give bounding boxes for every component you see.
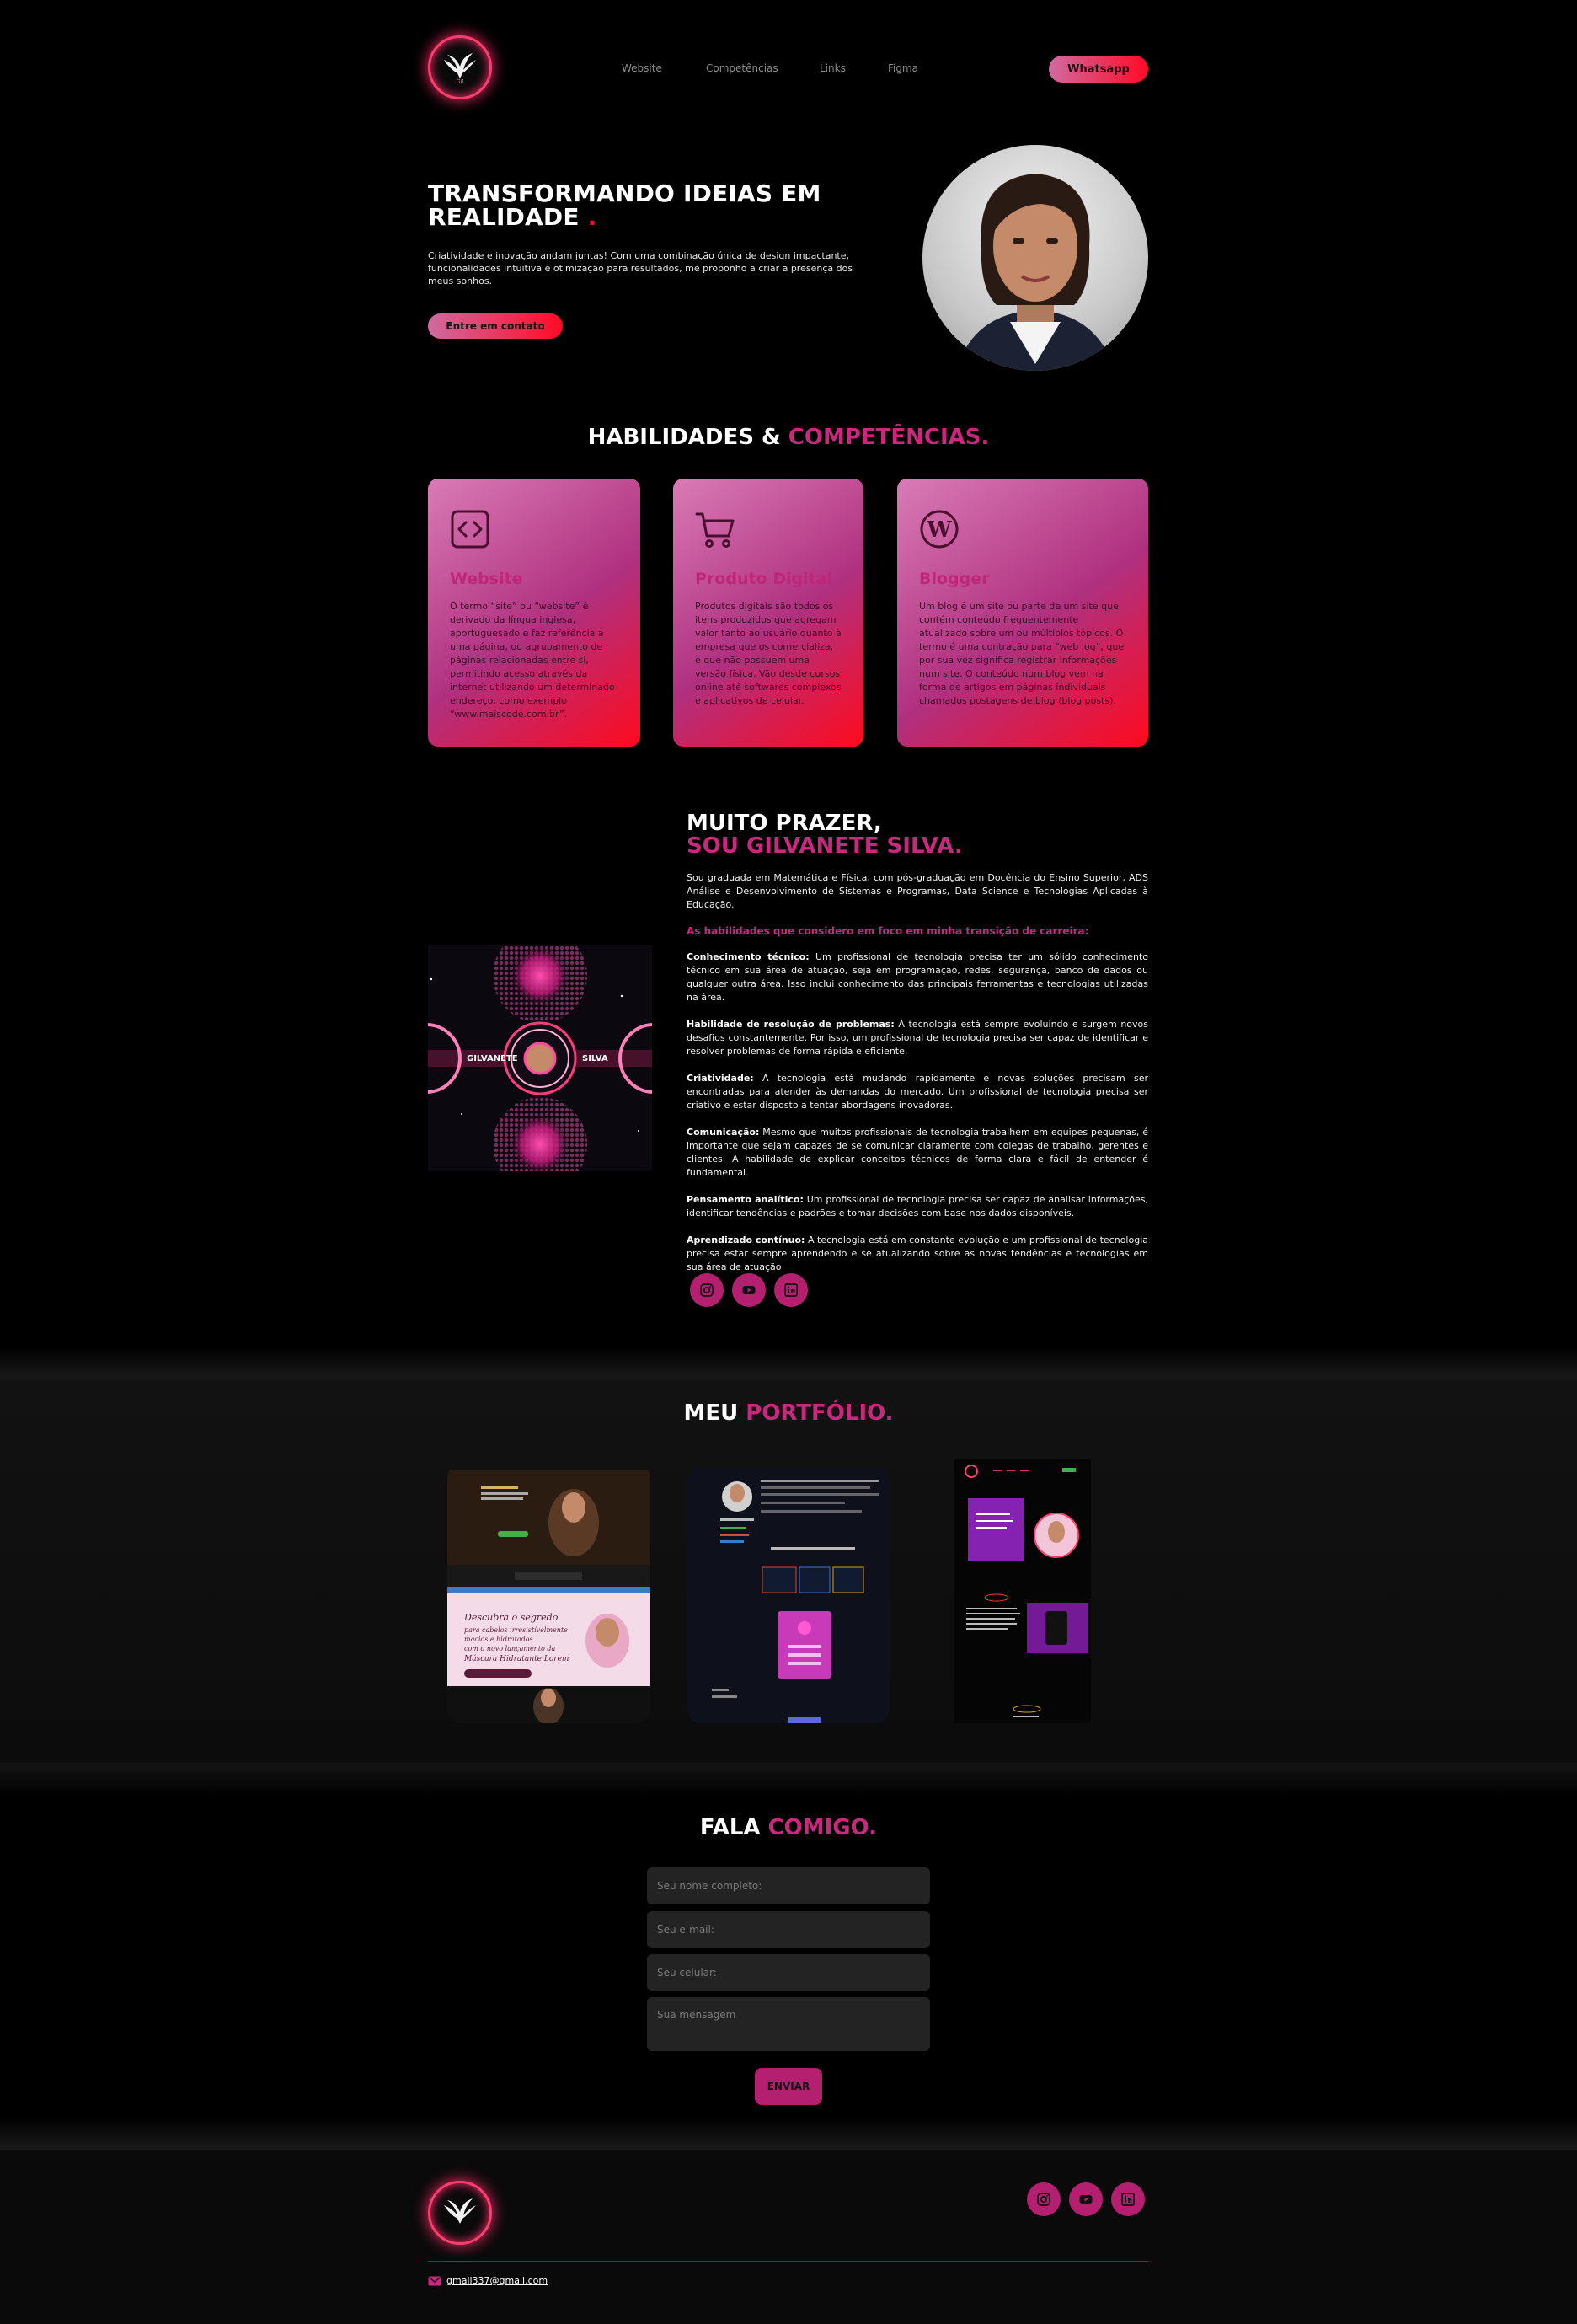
footer-divider xyxy=(428,2261,1148,2262)
eagle-logo-icon: Gil xyxy=(444,53,476,85)
skill-item-comunicacao: Comunicação: Mesmo que muitos profission… xyxy=(687,1126,1148,1180)
mail-icon xyxy=(428,2276,441,2285)
code-icon xyxy=(451,510,489,549)
about-title-white: MUITO PRAZER, xyxy=(687,811,882,836)
hero-title-line2: REALIDADE xyxy=(428,203,580,231)
eagle-logo-icon xyxy=(444,2198,476,2224)
email-input[interactable] xyxy=(647,1911,930,1948)
message-textarea[interactable] xyxy=(647,1997,930,2051)
skill-item-label: Aprendizado contínuo: xyxy=(687,1234,805,1245)
portfolio-title: MEU PORTFÓLIO. xyxy=(0,1400,1577,1426)
nav-links[interactable]: Links xyxy=(820,62,846,74)
instagram-icon xyxy=(700,1283,714,1297)
contact-title-pink: COMIGO. xyxy=(767,1815,878,1840)
svg-text:W: W xyxy=(926,517,952,543)
hero-description: Criatividade e inovação andam juntas! Co… xyxy=(428,250,853,286)
nav-figma[interactable]: Figma xyxy=(888,62,918,74)
cart-icon xyxy=(695,512,735,548)
section-divider xyxy=(0,1347,1577,1380)
skill-item-tecnico: Conhecimento técnico: Um profissional de… xyxy=(687,950,1148,1004)
skill-card-text: O termo “site” ou “website” é derivado d… xyxy=(450,601,615,720)
skill-card-title: Produto Digital xyxy=(695,570,833,588)
about-section: MUITO PRAZER, SOU GILVANETE SILVA. Sou g… xyxy=(687,812,1148,1274)
skill-item-resolucao: Habilidade de resolução de problemas: A … xyxy=(687,1018,1148,1058)
svg-text:Máscara Hidratante Lorem: Máscara Hidratante Lorem xyxy=(463,1654,569,1663)
linkedin-icon xyxy=(1121,2193,1135,2206)
svg-text:Descubra o segredo: Descubra o segredo xyxy=(463,1612,559,1623)
nav-competencias[interactable]: Competências xyxy=(706,62,778,74)
skill-card-text: Produtos digitais são todos os itens pro… xyxy=(695,601,842,706)
send-button[interactable]: ENVIAR xyxy=(755,2068,822,2105)
svg-text:com o novo lançamento da: com o novo lançamento da xyxy=(464,1645,556,1652)
skill-item-criatividade: Criatividade: A tecnologia está mudando … xyxy=(687,1072,1148,1112)
skill-card-produto-digital: Produto Digital Produtos digitais são to… xyxy=(673,479,863,747)
skill-item-label: Habilidade de resolução de problemas: xyxy=(687,1019,895,1030)
skills-title: HABILIDADES & COMPETÊNCIAS. xyxy=(0,425,1577,450)
nav-website[interactable]: Website xyxy=(622,62,662,74)
banner-name-right: SILVA xyxy=(582,1054,608,1063)
hero-title-line1: TRANSFORMANDO IDEIAS EM xyxy=(428,179,821,207)
section-divider xyxy=(0,2117,1577,2150)
instagram-link[interactable] xyxy=(690,1273,724,1307)
section-divider xyxy=(0,1763,1577,1797)
banner-name-left: GILVANETE xyxy=(467,1054,518,1063)
skill-card-website: Website O termo “site” ou “website” é de… xyxy=(428,479,640,747)
hero-title: TRANSFORMANDO IDEIAS EM REALIDADE . xyxy=(428,182,883,229)
footer-logo[interactable] xyxy=(428,2181,492,2245)
contact-title-white: FALA xyxy=(699,1815,761,1840)
skill-item-label: Conhecimento técnico: xyxy=(687,951,810,962)
whatsapp-button[interactable]: Whatsapp xyxy=(1049,56,1148,83)
wordpress-icon: W xyxy=(920,510,959,549)
skills-title-pink: COMPETÊNCIAS. xyxy=(788,425,990,450)
skill-card-text: Um blog é um site ou parte de um site qu… xyxy=(919,601,1125,706)
name-banner: GILVANETE SILVA xyxy=(428,945,652,1171)
contact-button[interactable]: Entre em contato xyxy=(428,313,563,339)
skill-card-title: Website xyxy=(450,570,523,588)
portfolio-title-white: MEU xyxy=(683,1400,739,1426)
portfolio-title-pink: PORTFÓLIO. xyxy=(746,1400,894,1426)
footer-instagram-link[interactable] xyxy=(1027,2182,1061,2216)
portfolio-item-1[interactable]: Descubra o segredo para cabelos irresist… xyxy=(447,1464,650,1723)
contact-title: FALA COMIGO. xyxy=(0,1815,1577,1840)
footer-linkedin-link[interactable] xyxy=(1111,2182,1145,2216)
linkedin-link[interactable] xyxy=(774,1273,808,1307)
footer-email[interactable]: gmail337@gmail.com xyxy=(428,2275,548,2286)
linkedin-icon xyxy=(784,1283,798,1297)
skill-item-analitico: Pensamento analítico: Um profissional de… xyxy=(687,1193,1148,1220)
about-intro: Sou graduada em Matemática e Física, com… xyxy=(687,872,1148,910)
footer-email-text: gmail337@gmail.com xyxy=(446,2275,548,2286)
profile-photo xyxy=(922,145,1148,371)
svg-text:macios e hidratados: macios e hidratados xyxy=(464,1636,533,1643)
skill-item-label: Criatividade: xyxy=(687,1073,754,1084)
instagram-icon xyxy=(1037,2193,1050,2206)
about-title-pink: SOU GILVANETE SILVA. xyxy=(687,833,963,859)
skill-card-blogger: W Blogger Um blog é um site ou parte de … xyxy=(897,479,1148,747)
youtube-icon xyxy=(1079,2195,1093,2204)
footer xyxy=(0,2150,1577,2324)
svg-text:para cabelos irresistívelmente: para cabelos irresistívelmente xyxy=(464,1626,568,1634)
youtube-icon xyxy=(742,1286,756,1294)
skill-item-label: Comunicação: xyxy=(687,1127,760,1138)
skill-item-aprendizado: Aprendizado contínuo: A tecnologia está … xyxy=(687,1234,1148,1274)
hero-title-dot: . xyxy=(587,203,597,231)
skills-title-white: HABILIDADES & xyxy=(587,425,781,450)
name-input[interactable] xyxy=(647,1867,930,1904)
logo[interactable]: Gil xyxy=(428,35,492,99)
skill-card-title: Blogger xyxy=(919,570,990,588)
skill-item-label: Pensamento analítico: xyxy=(687,1194,804,1205)
skill-item-text: A tecnologia está mudando rapidamente e … xyxy=(687,1073,1148,1111)
phone-input[interactable] xyxy=(647,1954,930,1991)
portfolio-item-3[interactable] xyxy=(954,1459,1091,1723)
portfolio-item-2[interactable] xyxy=(687,1468,890,1723)
svg-text:Gil: Gil xyxy=(457,79,464,85)
about-subtitle: As habilidades que considero em foco em … xyxy=(687,925,1089,937)
youtube-link[interactable] xyxy=(732,1273,766,1307)
footer-youtube-link[interactable] xyxy=(1069,2182,1103,2216)
